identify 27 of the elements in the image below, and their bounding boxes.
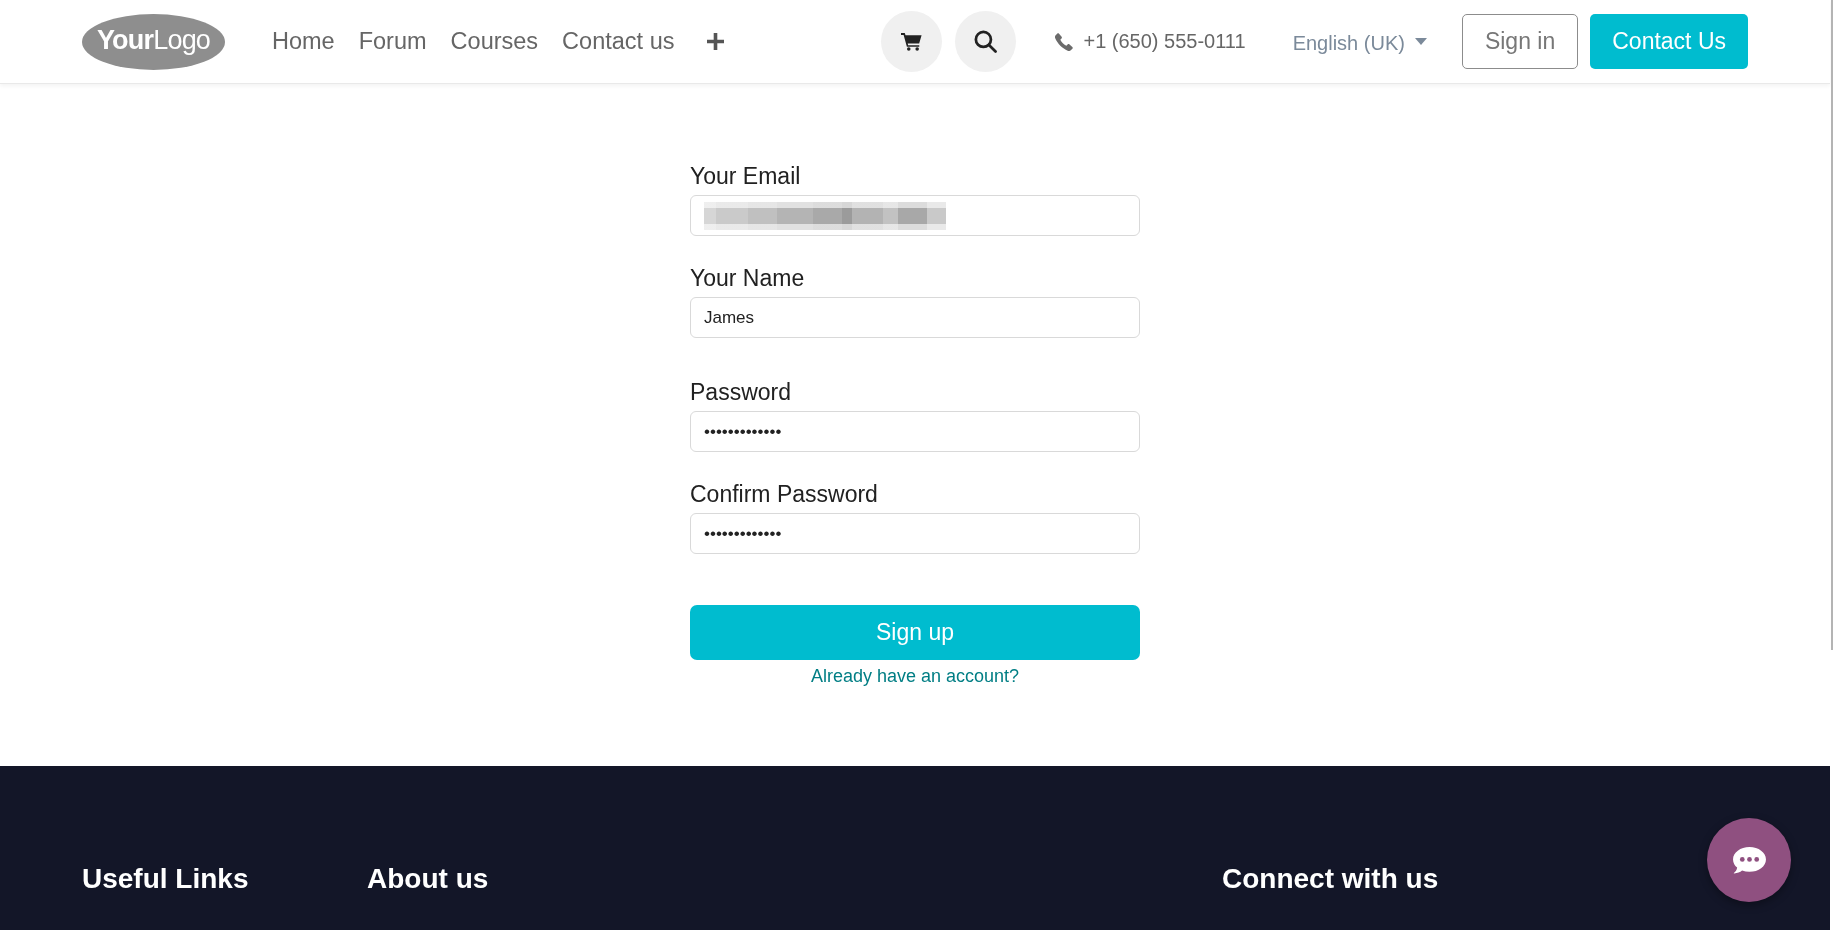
language-dropdown[interactable]: English (UK) [1292, 28, 1427, 55]
text-field[interactable]: James [690, 297, 1140, 338]
scrollbar-thumb[interactable] [1831, 0, 1833, 650]
nav-link[interactable]: Courses [450, 28, 539, 55]
footer-heading: Useful Links [82, 862, 249, 896]
field-label: Your Email [690, 162, 801, 190]
nav-link[interactable]: Contact us [562, 28, 675, 55]
plus-icon[interactable] [707, 33, 725, 50]
sign-in-button[interactable]: Sign in [1461, 14, 1579, 69]
phone-icon [1055, 32, 1074, 51]
phone-number[interactable]: +1 (650) 555-0111 [1083, 30, 1246, 53]
field-label: Confirm Password [690, 480, 878, 508]
field-label: Password [690, 378, 791, 406]
chat-bubble-icon [1731, 845, 1767, 875]
caret-icon [1414, 38, 1427, 45]
footer-heading: Connect with us [1222, 862, 1439, 896]
login-link[interactable]: Already have an account? [810, 665, 1020, 688]
cart-icon [901, 32, 923, 51]
password-field[interactable]: ••••••••••••• [690, 513, 1140, 554]
footer-heading: About us [367, 862, 489, 896]
nav-link[interactable]: Forum [358, 28, 427, 55]
text-field[interactable] [690, 195, 1140, 236]
search-icon [974, 30, 998, 53]
logo[interactable]: YourLogo [82, 13, 225, 70]
field-label: Your Name [690, 264, 805, 292]
nav-link[interactable]: Home [272, 28, 335, 55]
password-field[interactable]: ••••••••••••• [690, 411, 1140, 452]
